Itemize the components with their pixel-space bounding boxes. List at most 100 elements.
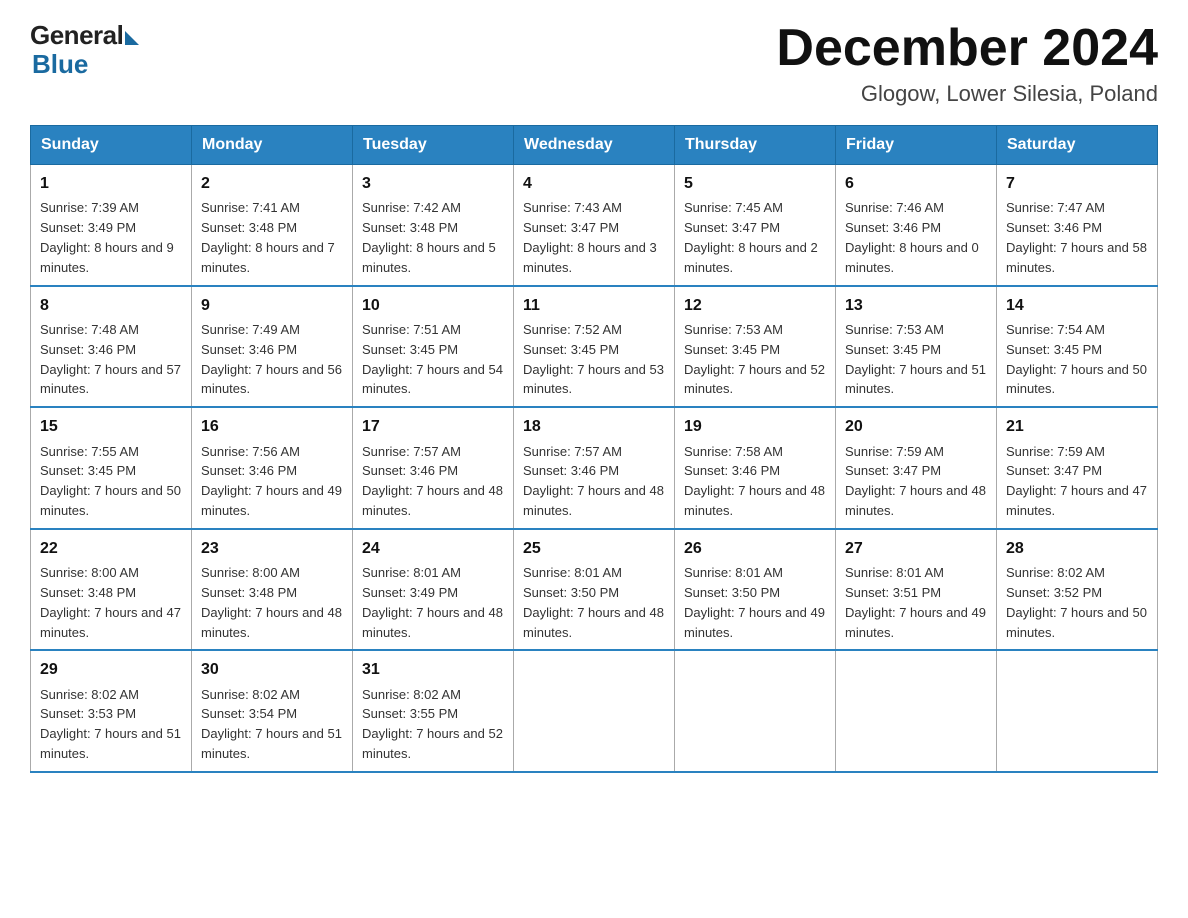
day-info: Sunrise: 7:57 AMSunset: 3:46 PMDaylight:…: [523, 444, 664, 519]
day-info: Sunrise: 7:39 AMSunset: 3:49 PMDaylight:…: [40, 200, 174, 275]
day-info: Sunrise: 7:59 AMSunset: 3:47 PMDaylight:…: [1006, 444, 1147, 519]
calendar-cell: 19 Sunrise: 7:58 AMSunset: 3:46 PMDayligh…: [675, 407, 836, 529]
day-info: Sunrise: 8:00 AMSunset: 3:48 PMDaylight:…: [40, 565, 181, 640]
day-info: Sunrise: 7:41 AMSunset: 3:48 PMDaylight:…: [201, 200, 335, 275]
calendar-header-monday: Monday: [192, 126, 353, 165]
day-number: 23: [201, 537, 343, 560]
title-section: December 2024 Glogow, Lower Silesia, Pol…: [776, 20, 1158, 107]
calendar-cell: 22 Sunrise: 8:00 AMSunset: 3:48 PMDayligh…: [31, 529, 192, 651]
day-number: 10: [362, 294, 504, 317]
day-number: 6: [845, 172, 987, 195]
calendar-cell: 30 Sunrise: 8:02 AMSunset: 3:54 PMDayligh…: [192, 650, 353, 772]
day-info: Sunrise: 8:02 AMSunset: 3:53 PMDaylight:…: [40, 687, 181, 762]
day-info: Sunrise: 7:52 AMSunset: 3:45 PMDaylight:…: [523, 322, 664, 397]
calendar-cell: [675, 650, 836, 772]
calendar-cell: 24 Sunrise: 8:01 AMSunset: 3:49 PMDayligh…: [353, 529, 514, 651]
day-info: Sunrise: 7:57 AMSunset: 3:46 PMDaylight:…: [362, 444, 503, 519]
day-number: 11: [523, 294, 665, 317]
day-info: Sunrise: 8:02 AMSunset: 3:54 PMDaylight:…: [201, 687, 342, 762]
calendar-cell: 23 Sunrise: 8:00 AMSunset: 3:48 PMDayligh…: [192, 529, 353, 651]
calendar-week-row: 29 Sunrise: 8:02 AMSunset: 3:53 PMDayligh…: [31, 650, 1158, 772]
day-number: 28: [1006, 537, 1148, 560]
calendar-cell: 25 Sunrise: 8:01 AMSunset: 3:50 PMDayligh…: [514, 529, 675, 651]
day-number: 20: [845, 415, 987, 438]
day-info: Sunrise: 8:01 AMSunset: 3:49 PMDaylight:…: [362, 565, 503, 640]
day-info: Sunrise: 7:55 AMSunset: 3:45 PMDaylight:…: [40, 444, 181, 519]
day-number: 22: [40, 537, 182, 560]
calendar-cell: 18 Sunrise: 7:57 AMSunset: 3:46 PMDayligh…: [514, 407, 675, 529]
day-info: Sunrise: 7:47 AMSunset: 3:46 PMDaylight:…: [1006, 200, 1147, 275]
calendar-cell: 5 Sunrise: 7:45 AMSunset: 3:47 PMDaylight…: [675, 165, 836, 286]
location-label: Glogow, Lower Silesia, Poland: [776, 81, 1158, 107]
day-number: 2: [201, 172, 343, 195]
day-number: 3: [362, 172, 504, 195]
logo-blue-text: Blue: [32, 49, 88, 80]
day-info: Sunrise: 7:49 AMSunset: 3:46 PMDaylight:…: [201, 322, 342, 397]
logo: General Blue: [30, 20, 139, 80]
day-number: 25: [523, 537, 665, 560]
calendar-cell: 1 Sunrise: 7:39 AMSunset: 3:49 PMDaylight…: [31, 165, 192, 286]
calendar-cell: 29 Sunrise: 8:02 AMSunset: 3:53 PMDayligh…: [31, 650, 192, 772]
day-info: Sunrise: 7:53 AMSunset: 3:45 PMDaylight:…: [845, 322, 986, 397]
calendar-cell: 6Sunrise: 7:46 AMSunset: 3:46 PMDaylight…: [836, 165, 997, 286]
day-number: 21: [1006, 415, 1148, 438]
day-info: Sunrise: 7:43 AMSunset: 3:47 PMDaylight:…: [523, 200, 657, 275]
day-number: 17: [362, 415, 504, 438]
calendar-cell: 14Sunrise: 7:54 AMSunset: 3:45 PMDayligh…: [997, 286, 1158, 408]
day-info: Sunrise: 7:59 AMSunset: 3:47 PMDaylight:…: [845, 444, 986, 519]
day-number: 27: [845, 537, 987, 560]
day-info: Sunrise: 8:02 AMSunset: 3:52 PMDaylight:…: [1006, 565, 1147, 640]
day-number: 18: [523, 415, 665, 438]
calendar-header-saturday: Saturday: [997, 126, 1158, 165]
calendar-cell: 12 Sunrise: 7:53 AMSunset: 3:45 PMDayligh…: [675, 286, 836, 408]
calendar-cell: 7Sunrise: 7:47 AMSunset: 3:46 PMDaylight…: [997, 165, 1158, 286]
calendar-cell: 27 Sunrise: 8:01 AMSunset: 3:51 PMDayligh…: [836, 529, 997, 651]
calendar-cell: 26Sunrise: 8:01 AMSunset: 3:50 PMDayligh…: [675, 529, 836, 651]
day-number: 1: [40, 172, 182, 195]
calendar-week-row: 22 Sunrise: 8:00 AMSunset: 3:48 PMDayligh…: [31, 529, 1158, 651]
day-number: 31: [362, 658, 504, 681]
day-info: Sunrise: 7:42 AMSunset: 3:48 PMDaylight:…: [362, 200, 496, 275]
calendar-week-row: 8 Sunrise: 7:48 AMSunset: 3:46 PMDaylight…: [31, 286, 1158, 408]
day-info: Sunrise: 8:01 AMSunset: 3:51 PMDaylight:…: [845, 565, 986, 640]
calendar-cell: 11 Sunrise: 7:52 AMSunset: 3:45 PMDayligh…: [514, 286, 675, 408]
day-info: Sunrise: 7:45 AMSunset: 3:47 PMDaylight:…: [684, 200, 818, 275]
calendar-cell: 3 Sunrise: 7:42 AMSunset: 3:48 PMDaylight…: [353, 165, 514, 286]
calendar-cell: 31Sunrise: 8:02 AMSunset: 3:55 PMDayligh…: [353, 650, 514, 772]
calendar-cell: 17 Sunrise: 7:57 AMSunset: 3:46 PMDayligh…: [353, 407, 514, 529]
logo-general-text: General: [30, 20, 123, 51]
calendar-cell: 21 Sunrise: 7:59 AMSunset: 3:47 PMDayligh…: [997, 407, 1158, 529]
day-number: 19: [684, 415, 826, 438]
calendar-cell: 4Sunrise: 7:43 AMSunset: 3:47 PMDaylight…: [514, 165, 675, 286]
calendar-header-row: SundayMondayTuesdayWednesdayThursdayFrid…: [31, 126, 1158, 165]
page-header: General Blue December 2024 Glogow, Lower…: [30, 20, 1158, 107]
day-number: 8: [40, 294, 182, 317]
day-info: Sunrise: 7:58 AMSunset: 3:46 PMDaylight:…: [684, 444, 825, 519]
day-number: 30: [201, 658, 343, 681]
day-info: Sunrise: 7:54 AMSunset: 3:45 PMDaylight:…: [1006, 322, 1147, 397]
day-info: Sunrise: 8:01 AMSunset: 3:50 PMDaylight:…: [523, 565, 664, 640]
calendar-header-wednesday: Wednesday: [514, 126, 675, 165]
calendar-cell: 8 Sunrise: 7:48 AMSunset: 3:46 PMDaylight…: [31, 286, 192, 408]
day-number: 5: [684, 172, 826, 195]
calendar-cell: 10 Sunrise: 7:51 AMSunset: 3:45 PMDayligh…: [353, 286, 514, 408]
day-info: Sunrise: 7:48 AMSunset: 3:46 PMDaylight:…: [40, 322, 181, 397]
calendar-header-sunday: Sunday: [31, 126, 192, 165]
calendar-cell: [836, 650, 997, 772]
day-number: 24: [362, 537, 504, 560]
day-info: Sunrise: 7:51 AMSunset: 3:45 PMDaylight:…: [362, 322, 503, 397]
day-number: 12: [684, 294, 826, 317]
calendar-cell: 28 Sunrise: 8:02 AMSunset: 3:52 PMDayligh…: [997, 529, 1158, 651]
calendar-cell: 16Sunrise: 7:56 AMSunset: 3:46 PMDayligh…: [192, 407, 353, 529]
calendar-cell: 13Sunrise: 7:53 AMSunset: 3:45 PMDayligh…: [836, 286, 997, 408]
month-title: December 2024: [776, 20, 1158, 77]
calendar-table: SundayMondayTuesdayWednesdayThursdayFrid…: [30, 125, 1158, 773]
day-info: Sunrise: 7:53 AMSunset: 3:45 PMDaylight:…: [684, 322, 825, 397]
day-number: 26: [684, 537, 826, 560]
calendar-cell: 2 Sunrise: 7:41 AMSunset: 3:48 PMDaylight…: [192, 165, 353, 286]
day-number: 15: [40, 415, 182, 438]
day-number: 16: [201, 415, 343, 438]
day-number: 29: [40, 658, 182, 681]
day-info: Sunrise: 8:00 AMSunset: 3:48 PMDaylight:…: [201, 565, 342, 640]
calendar-cell: 20 Sunrise: 7:59 AMSunset: 3:47 PMDayligh…: [836, 407, 997, 529]
